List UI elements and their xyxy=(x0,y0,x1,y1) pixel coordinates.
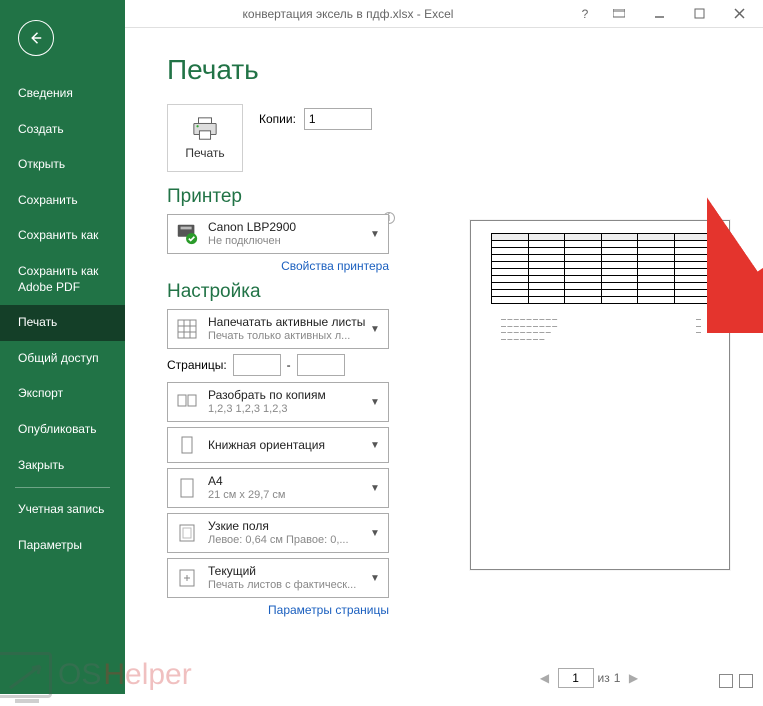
chevron-down-icon: ▼ xyxy=(370,397,388,408)
preview-page: — — — — — — — — —— — — — — — — — — —— — … xyxy=(470,220,730,570)
help-button[interactable]: ? xyxy=(571,2,599,26)
window-title: конвертация эксель в пдф.xlsx - Excel xyxy=(125,7,571,21)
margins-main: Узкие поля xyxy=(208,519,368,533)
sidebar-item-new[interactable]: Создать xyxy=(0,112,125,148)
page-portrait-icon xyxy=(168,433,206,457)
preview-summary: — — — — — — — — —— — — — — — — — — —— — … xyxy=(501,317,701,343)
collate-main: Разобрать по копиям xyxy=(208,388,368,402)
sidebar-item-open[interactable]: Открыть xyxy=(0,147,125,183)
of-label: из xyxy=(598,671,610,685)
sidebar-item-options[interactable]: Параметры xyxy=(0,528,125,564)
next-page-button[interactable]: ▶ xyxy=(624,669,642,687)
sidebar-item-saveas[interactable]: Сохранить как xyxy=(0,218,125,254)
print-what-main: Напечатать активные листы xyxy=(208,315,368,329)
printer-name: Canon LBP2900 xyxy=(208,220,368,234)
printer-heading: Принтер xyxy=(167,186,415,208)
sidebar-item-export[interactable]: Экспорт xyxy=(0,376,125,412)
zoom-controls xyxy=(719,674,753,688)
pages-label: Страницы: xyxy=(167,358,227,372)
page-icon xyxy=(168,476,206,500)
total-pages: 1 xyxy=(614,671,621,685)
chevron-down-icon: ▼ xyxy=(370,528,388,539)
preview-table xyxy=(491,233,711,304)
copies-label: Копии: xyxy=(259,112,296,126)
orientation-select[interactable]: Книжная ориентация ▼ xyxy=(167,427,389,463)
print-settings-column: Печать Печать Копии: Принтер i xyxy=(125,28,415,694)
pages-from-input[interactable] xyxy=(233,354,281,376)
back-button[interactable] xyxy=(18,20,54,56)
print-button[interactable]: Печать xyxy=(167,104,243,172)
chevron-down-icon: ▼ xyxy=(370,483,388,494)
scaling-select[interactable]: Текущий Печать листов с фактическ... ▼ xyxy=(167,558,389,598)
sidebar-item-account[interactable]: Учетная запись xyxy=(0,492,125,528)
pages-separator: - xyxy=(287,358,291,372)
paper-select[interactable]: A4 21 см x 29,7 см ▼ xyxy=(167,468,389,508)
paper-main: A4 xyxy=(208,474,368,488)
print-what-select[interactable]: Напечатать активные листы Печать только … xyxy=(167,309,389,349)
scaling-main: Текущий xyxy=(208,564,368,578)
sidebar-item-saveas-pdf[interactable]: Сохранить как Adobe PDF xyxy=(0,254,125,305)
print-action-row: Печать Копии: xyxy=(167,104,415,172)
printer-select[interactable]: Canon LBP2900 Не подключен ▼ xyxy=(167,214,389,254)
chevron-down-icon: ▼ xyxy=(370,229,388,240)
backstage-sidebar: Сведения Создать Открыть Сохранить Сохра… xyxy=(0,0,125,694)
scaling-icon xyxy=(168,566,206,590)
margins-icon xyxy=(168,521,206,545)
collate-icon xyxy=(168,390,206,414)
ribbon-options-button[interactable] xyxy=(599,2,639,26)
collate-select[interactable]: Разобрать по копиям 1,2,3 1,2,3 1,2,3 ▼ xyxy=(167,382,389,422)
settings-heading: Настройка xyxy=(167,281,415,303)
window-controls: ? xyxy=(571,2,763,26)
arrow-left-icon xyxy=(27,29,45,47)
close-button[interactable] xyxy=(719,2,759,26)
print-what-sub: Печать только активных л... xyxy=(208,330,368,343)
page-setup-link[interactable]: Параметры страницы xyxy=(167,603,389,617)
chevron-down-icon: ▼ xyxy=(370,573,388,584)
sidebar-item-close[interactable]: Закрыть xyxy=(0,448,125,484)
print-panel: Печать Печать Копии: Принтер i xyxy=(125,28,763,694)
printer-properties-link[interactable]: Свойства принтера xyxy=(167,259,389,273)
sidebar-item-info[interactable]: Сведения xyxy=(0,76,125,112)
maximize-button[interactable] xyxy=(679,2,719,26)
zoom-to-page-button[interactable] xyxy=(739,674,753,688)
copies-input[interactable] xyxy=(304,108,372,130)
printer-icon xyxy=(190,116,220,142)
paper-sub: 21 см x 29,7 см xyxy=(208,489,368,502)
sheets-icon xyxy=(168,317,206,341)
margins-sub: Левое: 0,64 см Правое: 0,... xyxy=(208,534,368,547)
print-button-label: Печать xyxy=(185,146,224,160)
pages-to-input[interactable] xyxy=(297,354,345,376)
pages-row: Страницы: - xyxy=(167,354,415,376)
sidebar-item-publish[interactable]: Опубликовать xyxy=(0,412,125,448)
printer-status: Не подключен xyxy=(208,235,368,248)
printer-status-icon xyxy=(168,222,206,246)
page-title: Печать xyxy=(167,54,415,86)
prev-page-button[interactable]: ◀ xyxy=(536,669,554,687)
margins-select[interactable]: Узкие поля Левое: 0,64 см Правое: 0,... … xyxy=(167,513,389,553)
sidebar-item-share[interactable]: Общий доступ xyxy=(0,341,125,377)
scaling-sub: Печать листов с фактическ... xyxy=(208,579,368,592)
print-preview-column: — — — — — — — — —— — — — — — — — — —— — … xyxy=(415,28,763,694)
sidebar-item-print[interactable]: Печать xyxy=(0,305,125,341)
page-navigation: ◀ из 1 ▶ xyxy=(415,668,763,688)
sidebar-separator xyxy=(15,487,110,488)
minimize-button[interactable] xyxy=(639,2,679,26)
chevron-down-icon: ▼ xyxy=(370,440,388,451)
collate-sub: 1,2,3 1,2,3 1,2,3 xyxy=(208,403,368,416)
show-margins-button[interactable] xyxy=(719,674,733,688)
orientation-label: Книжная ориентация xyxy=(208,438,368,452)
sidebar-item-save[interactable]: Сохранить xyxy=(0,183,125,219)
copies-row: Копии: xyxy=(259,108,372,130)
current-page-input[interactable] xyxy=(558,668,594,688)
chevron-down-icon: ▼ xyxy=(370,324,388,335)
